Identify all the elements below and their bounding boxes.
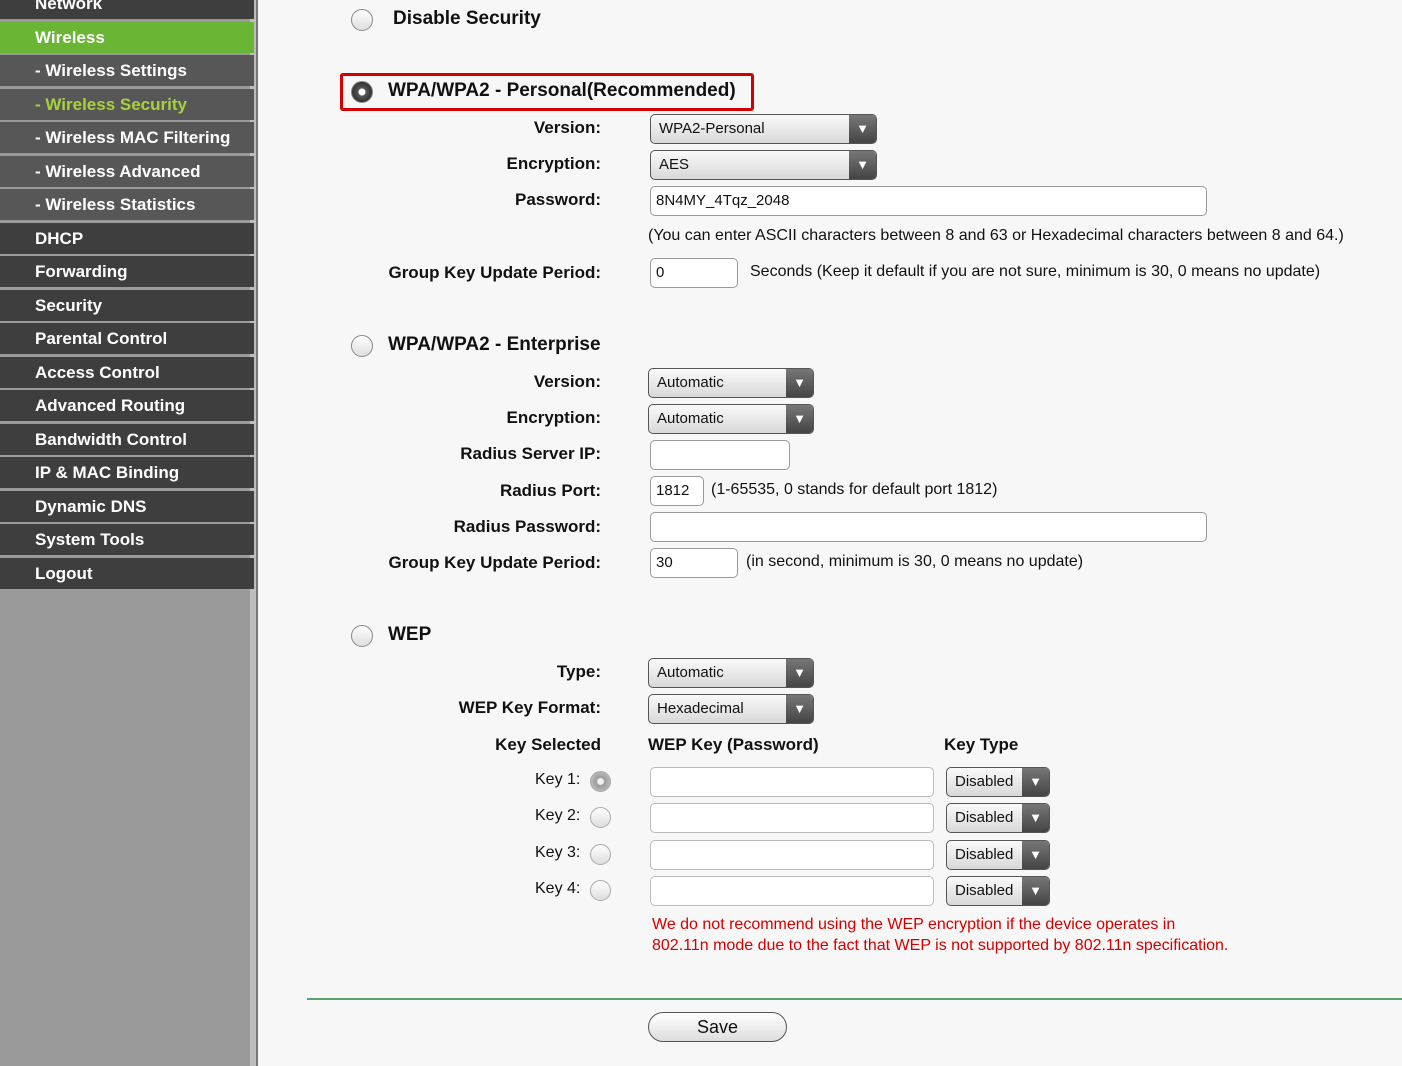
wep-type-value: Automatic xyxy=(657,664,724,681)
chevron-down-icon: ▼ xyxy=(849,115,876,143)
wpa-personal-radio[interactable] xyxy=(351,81,373,103)
password-input[interactable]: 8N4MY_4Tqz_2048 xyxy=(650,186,1207,216)
group-key-hint: Seconds (Keep it default if you are not … xyxy=(750,263,1321,280)
wep-label: WEP xyxy=(388,624,432,645)
key-select-radio[interactable] xyxy=(590,879,611,901)
sidebar-item-ip-mac-binding[interactable]: IP & MAC Binding xyxy=(0,457,254,488)
sidebar-item-logout[interactable]: Logout xyxy=(0,557,254,589)
wep-format-value: Hexadecimal xyxy=(657,700,744,717)
wep-key-input[interactable] xyxy=(650,767,934,797)
chevron-down-icon: ▼ xyxy=(786,695,813,723)
wep-warning-line2: 802.11n mode due to the fact that WEP is… xyxy=(652,937,1229,954)
sidebar-item-wireless-advanced[interactable]: - Wireless Advanced xyxy=(0,155,254,187)
sidebar-item-forwarding[interactable]: Forwarding xyxy=(0,256,254,287)
sidebar-item-wireless[interactable]: Wireless xyxy=(0,21,254,53)
wpa-personal-label: WPA/WPA2 - Personal(Recommended) xyxy=(388,80,736,101)
chevron-down-icon: ▼ xyxy=(786,369,813,397)
key-type-select[interactable]: Disabled ▼ xyxy=(946,767,1050,797)
chevron-down-icon: ▼ xyxy=(1022,876,1049,905)
sidebar-item-parental-control[interactable]: Parental Control xyxy=(0,323,254,354)
sidebar-item-wireless-settings[interactable]: - Wireless Settings xyxy=(0,55,254,86)
radius-port-label: Radius Port: xyxy=(499,481,601,500)
wep-key-input[interactable] xyxy=(650,839,934,870)
save-button[interactable]: Save xyxy=(648,1012,787,1042)
sidebar-item-access-control[interactable]: Access Control xyxy=(0,356,254,388)
key-type-select[interactable]: Disabled ▼ xyxy=(946,839,1050,870)
sidebar-item-network[interactable]: Network xyxy=(0,0,254,19)
wpa-enterprise-radio[interactable] xyxy=(351,335,373,357)
radius-password-input[interactable] xyxy=(650,512,1207,542)
ent-group-key-hint: (in second, minimum is 30, 0 means no up… xyxy=(746,553,1084,570)
key-label: Key 3: xyxy=(535,843,581,861)
ent-version-value: Automatic xyxy=(657,374,724,391)
group-key-label: Group Key Update Period: xyxy=(388,263,601,282)
sidebar-item-advanced-routing[interactable]: Advanced Routing xyxy=(0,390,254,421)
ent-encryption-label: Encryption: xyxy=(506,408,601,427)
encryption-value: AES xyxy=(659,156,690,173)
version-select[interactable]: WPA2-Personal ▼ xyxy=(650,114,877,144)
key-type-select[interactable]: Disabled ▼ xyxy=(946,803,1050,834)
key-label: Key 4: xyxy=(535,879,581,897)
key-select-radio[interactable] xyxy=(590,807,611,829)
sidebar-item-wireless-statistics[interactable]: - Wireless Statistics xyxy=(0,189,254,220)
wpa-enterprise-label: WPA/WPA2 - Enterprise xyxy=(388,334,601,355)
sidebar-item-bandwidth-control[interactable]: Bandwidth Control xyxy=(0,423,254,455)
ent-version-select[interactable]: Automatic ▼ xyxy=(648,368,814,398)
radius-ip-input[interactable] xyxy=(650,440,790,470)
sidebar-item-security[interactable]: Security xyxy=(0,289,254,321)
key-type-value: Disabled xyxy=(955,809,1014,827)
ent-encryption-value: Automatic xyxy=(657,410,724,427)
wep-warning-line1: We do not recommend using the WEP encryp… xyxy=(652,916,1176,933)
key-type-value: Disabled xyxy=(955,845,1014,863)
wep-key-header: WEP Key (Password) xyxy=(648,735,819,754)
wep-format-select[interactable]: Hexadecimal ▼ xyxy=(648,694,814,724)
key-type-header: Key Type xyxy=(944,735,1019,754)
wep-key-input[interactable] xyxy=(650,803,934,834)
key-type-select[interactable]: Disabled ▼ xyxy=(946,875,1050,906)
sidebar-item-dynamic-dns[interactable]: Dynamic DNS xyxy=(0,490,254,522)
wep-radio[interactable] xyxy=(351,625,373,647)
encryption-label: Encryption: xyxy=(506,154,601,173)
chevron-down-icon: ▼ xyxy=(849,151,876,179)
radius-password-label: Radius Password: xyxy=(453,517,601,536)
version-label: Version: xyxy=(533,118,601,137)
key-type-value: Disabled xyxy=(955,881,1014,899)
ent-group-key-label: Group Key Update Period: xyxy=(388,553,601,572)
chevron-down-icon: ▼ xyxy=(786,659,813,687)
chevron-down-icon: ▼ xyxy=(1022,840,1049,869)
wep-type-select[interactable]: Automatic ▼ xyxy=(648,658,814,688)
ent-encryption-select[interactable]: Automatic ▼ xyxy=(648,404,814,434)
key-label: Key 2: xyxy=(535,807,581,825)
wep-type-label: Type: xyxy=(556,662,601,681)
sidebar-item-wireless-mac-filtering[interactable]: - Wireless MAC Filtering xyxy=(0,122,254,153)
chevron-down-icon: ▼ xyxy=(786,405,813,433)
radius-port-input[interactable]: 1812 xyxy=(650,476,704,506)
password-hint: (You can enter ASCII characters between … xyxy=(648,227,1344,244)
key-selected-header: Key Selected xyxy=(495,735,601,754)
radius-ip-label: Radius Server IP: xyxy=(460,444,601,463)
password-label: Password: xyxy=(515,190,601,209)
sidebar-item-system-tools[interactable]: System Tools xyxy=(0,524,254,555)
wep-key-input[interactable] xyxy=(650,875,934,906)
version-value: WPA2-Personal xyxy=(659,120,765,137)
ent-group-key-input[interactable]: 30 xyxy=(650,548,738,578)
key-type-value: Disabled xyxy=(955,773,1014,790)
key-label: Key 1: xyxy=(535,771,581,788)
chevron-down-icon: ▼ xyxy=(1022,768,1049,796)
sidebar-item-dhcp[interactable]: DHCP xyxy=(0,222,254,254)
disable-security-radio[interactable] xyxy=(351,9,373,31)
ent-version-label: Version: xyxy=(533,372,601,391)
sidebar-item-wireless-security[interactable]: - Wireless Security xyxy=(0,88,254,120)
wep-format-label: WEP Key Format: xyxy=(458,698,601,717)
chevron-down-icon: ▼ xyxy=(1022,804,1049,833)
radius-port-hint: (1-65535, 0 stands for default port 1812… xyxy=(711,481,998,498)
encryption-select[interactable]: AES ▼ xyxy=(650,150,877,180)
group-key-input[interactable]: 0 xyxy=(650,258,738,288)
key-select-radio[interactable] xyxy=(590,843,611,865)
divider xyxy=(307,998,1402,1000)
disable-security-label: Disable Security xyxy=(393,8,541,29)
key-select-radio[interactable] xyxy=(590,771,611,792)
